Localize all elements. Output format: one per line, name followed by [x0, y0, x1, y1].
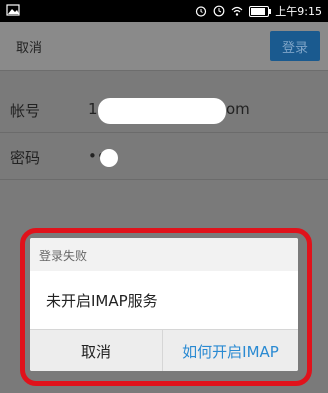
wifi-icon	[231, 6, 243, 16]
dialog-message-area: 未开启IMAP服务	[30, 271, 298, 329]
account-label: 帐号	[10, 102, 41, 120]
status-time: 上午9:15	[275, 5, 322, 18]
clock-icon	[213, 5, 225, 17]
top-bar: 取消 登录	[0, 22, 328, 71]
status-bar: 上午9:15	[0, 0, 328, 22]
dialog-title: 登录失败	[39, 249, 88, 263]
battery-icon	[249, 5, 272, 17]
dialog-message: 未开启IMAP服务	[46, 292, 158, 310]
dialog-cancel-button[interactable]: 取消	[30, 330, 162, 371]
error-dialog: 登录失败 未开启IMAP服务 取消 如何开启IMAP	[30, 238, 298, 371]
cancel-button[interactable]: 取消	[16, 37, 42, 56]
dialog-button-bar: 取消 如何开启IMAP	[30, 329, 298, 371]
redaction-blob	[98, 98, 226, 124]
alarm-icon	[196, 6, 207, 17]
gallery-icon	[6, 4, 20, 16]
login-button[interactable]: 登录	[270, 31, 320, 61]
account-field-prefix[interactable]: 1	[88, 100, 98, 118]
how-to-enable-imap-button[interactable]: 如何开启IMAP	[163, 330, 298, 371]
password-row: 密码 ••	[0, 135, 328, 180]
dialog-title-bar: 登录失败	[30, 238, 298, 271]
password-label: 密码	[10, 149, 41, 167]
account-row: 帐号 1 om	[0, 88, 328, 133]
status-right: 上午9:15	[195, 3, 322, 19]
redaction-blob	[100, 149, 118, 167]
account-field-suffix: om	[226, 100, 250, 118]
